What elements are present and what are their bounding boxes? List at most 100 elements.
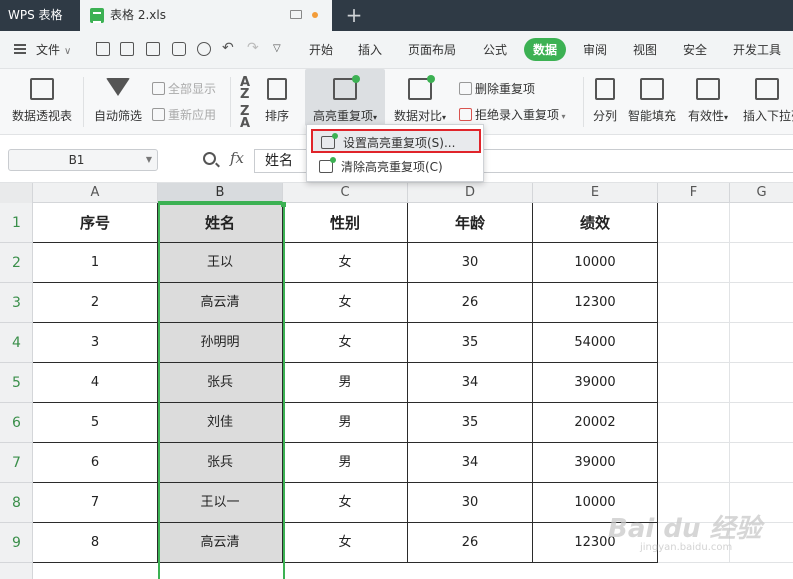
cell-b7[interactable]: 张兵 xyxy=(158,443,283,483)
cell-c1[interactable]: 性别 xyxy=(283,203,408,243)
cell-g6[interactable] xyxy=(730,403,793,443)
cell-a4[interactable]: 3 xyxy=(33,323,158,363)
menu-data[interactable]: 数据 xyxy=(524,38,567,61)
cell-e5[interactable]: 39000 xyxy=(533,363,658,403)
column-header-e[interactable]: E xyxy=(533,183,658,203)
cell-d6[interactable]: 35 xyxy=(408,403,533,443)
cell-d7[interactable]: 34 xyxy=(408,443,533,483)
sort-button[interactable]: 排序 xyxy=(258,69,296,135)
monitor-icon[interactable] xyxy=(290,10,302,19)
cell-a3[interactable]: 2 xyxy=(33,283,158,323)
hamburger-icon[interactable] xyxy=(14,44,26,54)
cell-c2[interactable]: 女 xyxy=(283,243,408,283)
row-header-3[interactable]: 3 xyxy=(0,283,33,323)
pivot-table-button[interactable]: 数据透视表 xyxy=(8,69,76,135)
save-icon[interactable] xyxy=(120,42,134,56)
menu-insert[interactable]: 插入 xyxy=(358,41,382,58)
cell-f7[interactable] xyxy=(658,443,730,483)
column-header-c[interactable]: C xyxy=(283,183,408,203)
cell-d3[interactable]: 26 xyxy=(408,283,533,323)
menu-review[interactable]: 审阅 xyxy=(583,41,607,58)
cell-g5[interactable] xyxy=(730,363,793,403)
validity-button[interactable]: 有效性▾ xyxy=(682,69,734,135)
cell-b3[interactable]: 高云清 xyxy=(158,283,283,323)
insert-dropdown-list-button[interactable]: 插入下拉列 xyxy=(740,69,793,135)
cell-b6[interactable]: 刘佳 xyxy=(158,403,283,443)
row-header-4[interactable]: 4 xyxy=(0,323,33,363)
cell-a7[interactable]: 6 xyxy=(33,443,158,483)
cell-e4[interactable]: 54000 xyxy=(533,323,658,363)
cell-g7[interactable] xyxy=(730,443,793,483)
row-header-5[interactable]: 5 xyxy=(0,363,33,403)
row-header-9[interactable]: 9 xyxy=(0,523,33,563)
cell-f1[interactable] xyxy=(658,203,730,243)
cell-a9[interactable]: 8 xyxy=(33,523,158,563)
cell-e2[interactable]: 10000 xyxy=(533,243,658,283)
cell-e3[interactable]: 12300 xyxy=(533,283,658,323)
row-header-1[interactable]: 1 xyxy=(0,203,33,243)
cell-d4[interactable]: 35 xyxy=(408,323,533,363)
cell-d2[interactable]: 30 xyxy=(408,243,533,283)
menu-page-layout[interactable]: 页面布局 xyxy=(408,41,456,58)
cell-b8[interactable]: 王以一 xyxy=(158,483,283,523)
redo-icon[interactable]: ↷ xyxy=(247,40,259,56)
reapply-button[interactable]: 重新应用 xyxy=(152,106,216,123)
cell-a5[interactable]: 4 xyxy=(33,363,158,403)
select-all-corner[interactable] xyxy=(0,183,33,203)
menu-security[interactable]: 安全 xyxy=(683,41,707,58)
cell-a2[interactable]: 1 xyxy=(33,243,158,283)
cell-c9[interactable]: 女 xyxy=(283,523,408,563)
cell-b1[interactable]: 姓名 xyxy=(158,203,283,243)
auto-filter-button[interactable]: 自动筛选 xyxy=(90,69,146,135)
cell-d8[interactable]: 30 xyxy=(408,483,533,523)
print-icon[interactable] xyxy=(172,42,186,56)
cell-f4[interactable] xyxy=(658,323,730,363)
column-header-d[interactable]: D xyxy=(408,183,533,203)
cell-d1[interactable]: 年龄 xyxy=(408,203,533,243)
column-header-a[interactable]: A xyxy=(33,183,158,203)
row-header-6[interactable]: 6 xyxy=(0,403,33,443)
cell-b4[interactable]: 孙明明 xyxy=(158,323,283,363)
remove-duplicates-button[interactable]: 删除重复项 xyxy=(459,80,535,97)
row-header-8[interactable]: 8 xyxy=(0,483,33,523)
cell-c7[interactable]: 男 xyxy=(283,443,408,483)
smart-fill-button[interactable]: 智能填充 xyxy=(624,69,680,135)
menu-home[interactable]: 开始 xyxy=(309,41,333,58)
app-tab[interactable]: WPS 表格 xyxy=(0,0,78,31)
row-header-7[interactable]: 7 xyxy=(0,443,33,483)
cell-f3[interactable] xyxy=(658,283,730,323)
customize-dropdown-icon[interactable]: ▽ xyxy=(273,43,281,54)
undo-icon[interactable]: ↶ xyxy=(222,40,234,56)
open-folder-icon[interactable] xyxy=(96,42,110,56)
cell-d9[interactable]: 26 xyxy=(408,523,533,563)
print-preview-icon[interactable] xyxy=(197,42,211,56)
column-header-f[interactable]: F xyxy=(658,183,730,203)
document-tab[interactable]: 表格 2.xls xyxy=(80,0,332,31)
cell-f5[interactable] xyxy=(658,363,730,403)
cell-c3[interactable]: 女 xyxy=(283,283,408,323)
cell-c6[interactable]: 男 xyxy=(283,403,408,443)
set-highlight-duplicates-item[interactable]: 设置高亮重复项(S)... xyxy=(311,129,481,153)
cell-c8[interactable]: 女 xyxy=(283,483,408,523)
cell-e7[interactable]: 39000 xyxy=(533,443,658,483)
menu-formulas[interactable]: 公式 xyxy=(483,41,507,58)
menu-view[interactable]: 视图 xyxy=(633,41,657,58)
cell-e6[interactable]: 20002 xyxy=(533,403,658,443)
split-column-button[interactable]: 分列 xyxy=(588,69,622,135)
insert-function-icon[interactable]: fx xyxy=(230,149,244,167)
search-icon[interactable] xyxy=(203,152,216,165)
cell-a8[interactable]: 7 xyxy=(33,483,158,523)
cell-g4[interactable] xyxy=(730,323,793,363)
name-box[interactable]: B1 ▼ xyxy=(8,149,158,171)
menu-developer[interactable]: 开发工具 xyxy=(733,41,781,58)
column-header-g[interactable]: G xyxy=(730,183,793,203)
clear-highlight-duplicates-item[interactable]: 清除高亮重复项(C) xyxy=(311,155,481,179)
highlight-duplicates-button[interactable]: 高亮重复项▾ xyxy=(305,69,385,126)
file-menu[interactable]: 文件 ∨ xyxy=(36,41,71,58)
cell-b2[interactable]: 王以 xyxy=(158,243,283,283)
export-pdf-icon[interactable] xyxy=(146,42,160,56)
show-all-button[interactable]: 全部显示 xyxy=(152,80,216,97)
cell-b9[interactable]: 高云清 xyxy=(158,523,283,563)
cell-a1[interactable]: 序号 xyxy=(33,203,158,243)
cell-c4[interactable]: 女 xyxy=(283,323,408,363)
